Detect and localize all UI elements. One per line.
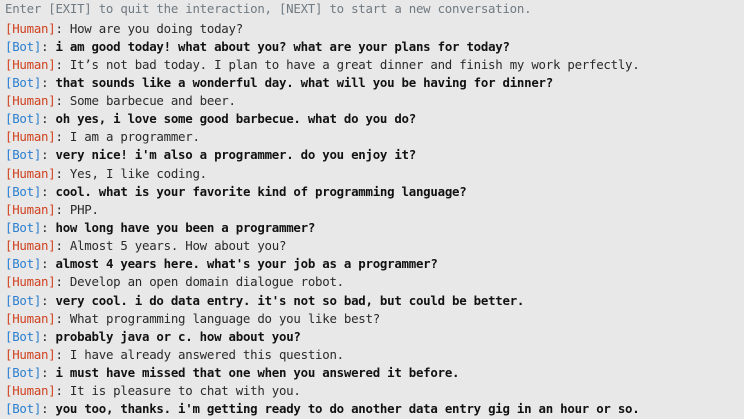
speaker-separator: : xyxy=(41,74,56,90)
human-speaker-label: [Human] xyxy=(5,129,56,145)
speaker-separator: : xyxy=(55,201,70,217)
speaker-separator: : xyxy=(55,274,70,290)
human-message-line: [Human]: How are you doing today? xyxy=(5,20,744,38)
speaker-separator: : xyxy=(41,365,56,381)
human-message-text: I am a programmer. xyxy=(69,129,200,145)
human-speaker-label: [Human] xyxy=(5,93,56,109)
bot-message-text: cool. what is your favorite kind of prog… xyxy=(55,183,467,199)
human-speaker-label: [Human] xyxy=(5,310,56,326)
speaker-separator: : xyxy=(55,383,70,399)
speaker-separator: : xyxy=(41,292,56,308)
speaker-separator: : xyxy=(41,220,56,236)
speaker-separator: : xyxy=(41,328,56,344)
bot-speaker-label: [Bot] xyxy=(5,74,42,90)
speaker-separator: : xyxy=(41,183,56,199)
bot-message-line: [Bot]: very nice! i'm also a programmer.… xyxy=(5,146,744,164)
human-speaker-label: [Human] xyxy=(5,383,56,399)
speaker-separator: : xyxy=(41,38,56,54)
speaker-separator: : xyxy=(55,310,70,326)
human-message-text: How are you doing today? xyxy=(69,20,243,36)
bot-message-text: that sounds like a wonderful day. what w… xyxy=(55,74,553,90)
bot-message-line: [Bot]: probably java or c. how about you… xyxy=(5,328,744,346)
human-message-line: [Human]: I am a programmer. xyxy=(5,128,744,146)
human-message-text: I have already answered this question. xyxy=(69,347,344,363)
speaker-separator: : xyxy=(55,56,70,72)
human-message-line: [Human]: Almost 5 years. How about you? xyxy=(5,237,744,255)
human-message-line: [Human]: I have already answered this qu… xyxy=(5,346,744,364)
human-message-text: It’s not bad today. I plan to have a gre… xyxy=(69,56,640,72)
bot-message-line: [Bot]: i am good today! what about you? … xyxy=(5,38,744,56)
human-message-text: What programming language do you like be… xyxy=(69,310,380,326)
human-message-line: [Human]: It is pleasure to chat with you… xyxy=(5,382,744,400)
human-message-line: [Human]: What programming language do yo… xyxy=(5,310,744,328)
speaker-separator: : xyxy=(55,20,70,36)
human-message-line: [Human]: Yes, I like coding. xyxy=(5,165,744,183)
speaker-separator: : xyxy=(41,147,56,163)
human-message-line: [Human]: Some barbecue and beer. xyxy=(5,92,744,110)
bot-message-text: probably java or c. how about you? xyxy=(55,328,301,344)
console-window: Enter [EXIT] to quit the interaction, [N… xyxy=(0,0,744,416)
speaker-separator: : xyxy=(55,238,70,254)
bot-message-text: how long have you been a programmer? xyxy=(55,220,316,236)
speaker-separator: : xyxy=(55,347,70,363)
bot-message-text: very nice! i'm also a programmer. do you… xyxy=(55,147,416,163)
bot-speaker-label: [Bot] xyxy=(5,328,42,344)
human-message-line: [Human]: Develop an open domain dialogue… xyxy=(5,273,744,291)
human-speaker-label: [Human] xyxy=(5,347,56,363)
conversation-transcript: [Human]: How are you doing today? [Bot]: … xyxy=(5,20,744,419)
speaker-separator: : xyxy=(55,93,70,109)
bot-message-text: you too, thanks. i'm getting ready to do… xyxy=(55,401,640,417)
bot-message-line: [Bot]: i must have missed that one when … xyxy=(5,364,744,382)
speaker-separator: : xyxy=(41,401,56,417)
bot-message-line: [Bot]: cool. what is your favorite kind … xyxy=(5,183,744,201)
bot-speaker-label: [Bot] xyxy=(5,111,42,127)
human-message-text: Almost 5 years. How about you? xyxy=(69,238,287,254)
bot-message-text: i must have missed that one when you ans… xyxy=(55,365,460,381)
bot-speaker-label: [Bot] xyxy=(5,292,42,308)
instruction-header: Enter [EXIT] to quit the interaction, [N… xyxy=(5,1,532,16)
human-message-line: [Human]: PHP. xyxy=(5,201,744,219)
bot-message-line: [Bot]: almost 4 years here. what's your … xyxy=(5,255,744,273)
human-message-text: It is pleasure to chat with you. xyxy=(69,383,301,399)
human-message-text: Yes, I like coding. xyxy=(69,165,207,181)
speaker-separator: : xyxy=(41,111,56,127)
bot-speaker-label: [Bot] xyxy=(5,38,42,54)
human-speaker-label: [Human] xyxy=(5,238,56,254)
speaker-separator: : xyxy=(55,129,70,145)
human-message-line: [Human]: It’s not bad today. I plan to h… xyxy=(5,56,744,74)
bot-message-line: [Bot]: that sounds like a wonderful day.… xyxy=(5,74,744,92)
bot-message-text: i am good today! what about you? what ar… xyxy=(55,38,510,54)
speaker-separator: : xyxy=(55,165,70,181)
bot-message-text: very cool. i do data entry. it's not so … xyxy=(55,292,525,308)
human-speaker-label: [Human] xyxy=(5,274,56,290)
human-message-text: Develop an open domain dialogue robot. xyxy=(69,274,344,290)
bot-message-line: [Bot]: very cool. i do data entry. it's … xyxy=(5,292,744,310)
human-speaker-label: [Human] xyxy=(5,20,56,36)
bot-speaker-label: [Bot] xyxy=(5,183,42,199)
bot-speaker-label: [Bot] xyxy=(5,401,42,417)
bot-message-line: [Bot]: oh yes, i love some good barbecue… xyxy=(5,110,744,128)
speaker-separator: : xyxy=(41,256,56,272)
bot-message-line: [Bot]: you too, thanks. i'm getting read… xyxy=(5,400,744,418)
bot-speaker-label: [Bot] xyxy=(5,147,42,163)
human-message-text: Some barbecue and beer. xyxy=(69,93,236,109)
human-speaker-label: [Human] xyxy=(5,165,56,181)
bot-speaker-label: [Bot] xyxy=(5,220,42,236)
bot-message-line: [Bot]: how long have you been a programm… xyxy=(5,219,744,237)
human-speaker-label: [Human] xyxy=(5,56,56,72)
bot-speaker-label: [Bot] xyxy=(5,256,42,272)
human-speaker-label: [Human] xyxy=(5,201,56,217)
bot-message-text: oh yes, i love some good barbecue. what … xyxy=(55,111,416,127)
bot-speaker-label: [Bot] xyxy=(5,365,42,381)
human-message-text: PHP. xyxy=(69,201,99,217)
bot-message-text: almost 4 years here. what's your job as … xyxy=(55,256,438,272)
